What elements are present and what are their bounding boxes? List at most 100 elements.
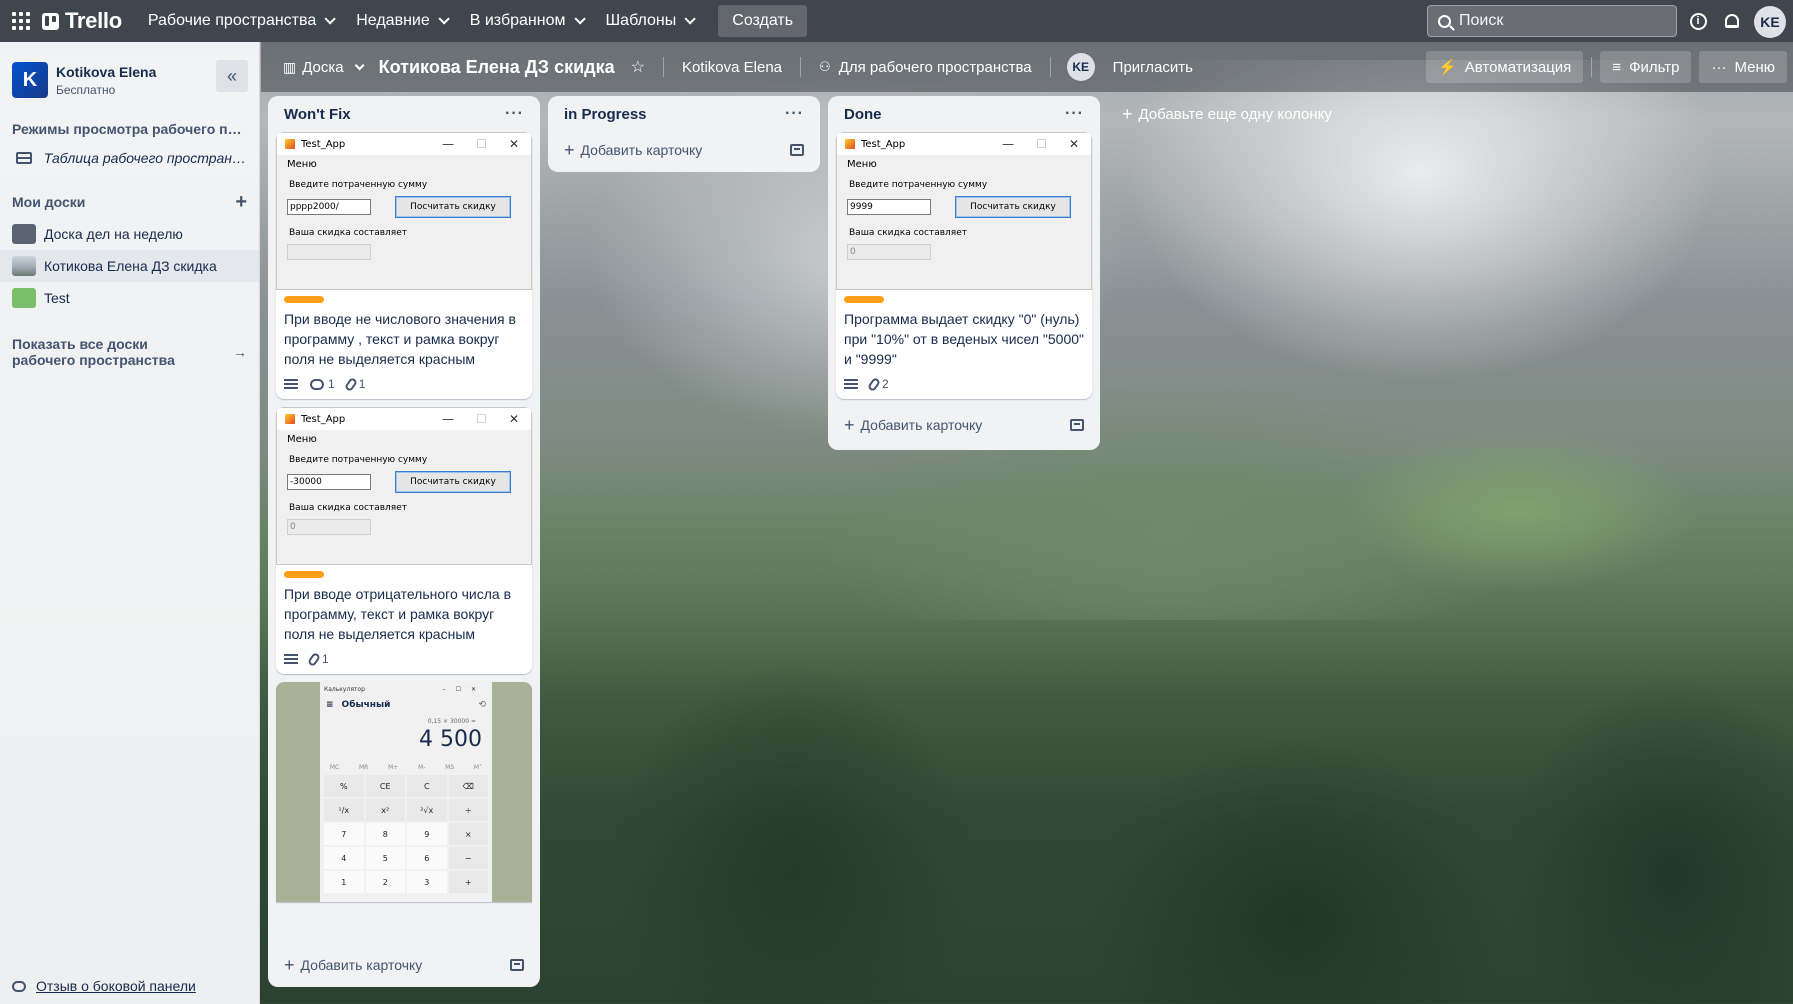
history-icon: ⟲: [478, 700, 486, 710]
trello-logo-icon: [42, 12, 59, 30]
member-avatar[interactable]: KE: [1066, 53, 1095, 81]
sidebar-feedback-link[interactable]: Отзыв о боковой панели: [12, 978, 196, 994]
card-template-icon[interactable]: [790, 144, 804, 156]
calculator-key: x²: [365, 799, 405, 821]
card-label-orange[interactable]: [284, 571, 324, 578]
sidebar-board-weekly[interactable]: Доска дел на неделю: [0, 218, 259, 250]
more-icon: ···: [1711, 58, 1727, 76]
card[interactable]: Калькулятор –☐✕ ≡ Обычный ⟲ 0,15 × 30000 = …: [276, 682, 532, 902]
paperclip-icon: [343, 376, 358, 392]
workspace-button[interactable]: Kotikova Elena: [672, 51, 792, 83]
sidebar-board-discount[interactable]: Котикова Елена ДЗ скидка: [0, 250, 259, 282]
people-icon: ⚇: [819, 59, 831, 74]
info-button[interactable]: i: [1686, 9, 1710, 33]
calculator-keypad: % CE C ⌫ ¹/x x² ²√x ÷ 7 8 9 × 4 5 6− 1 2 3 +: [320, 771, 492, 897]
list-actions-icon[interactable]: ···: [1065, 105, 1084, 123]
workspace-avatar[interactable]: K: [12, 62, 48, 98]
list-in-progress: in Progress ··· + Добавить карточку: [548, 96, 820, 172]
collapse-sidebar-button[interactable]: «: [216, 60, 248, 92]
filter-button[interactable]: ≡ Фильтр: [1600, 51, 1692, 83]
attachments-badge: 1: [343, 376, 365, 392]
star-icon[interactable]: ☆: [631, 57, 645, 77]
notifications-button[interactable]: [1720, 9, 1744, 33]
chevron-down-icon: [354, 59, 365, 70]
sidebar-board-test[interactable]: Test: [0, 282, 259, 314]
card-title: Программа выдает скидку "0" (нуль) при "…: [844, 311, 1085, 367]
calculator-memory-row: MC MR M+ M- MS M˅: [320, 764, 492, 771]
table-icon: [16, 152, 32, 164]
board-view-switcher[interactable]: ▥ Доска: [273, 51, 371, 83]
search-input[interactable]: Поиск: [1427, 5, 1677, 37]
calculator-key: ×: [448, 823, 488, 845]
search-icon: [1438, 14, 1451, 28]
divider: [1049, 57, 1051, 77]
visibility-button[interactable]: ⚇ Для рабочего пространства: [809, 51, 1042, 83]
calculator-memory-key: M˅: [473, 764, 483, 771]
card-template-icon[interactable]: [510, 959, 524, 971]
chat-icon: [12, 980, 26, 992]
divider: [1591, 57, 1593, 77]
calculator-key: ¹/x: [324, 799, 364, 821]
add-list-button[interactable]: + Добавьте еще одну колонку: [1112, 96, 1342, 132]
show-all-boards-link[interactable]: Показать все доски рабочего пространства…: [0, 336, 259, 368]
workspace-plan: Бесплатно: [56, 82, 116, 97]
add-card-button[interactable]: + Добавить карточку: [836, 407, 1092, 443]
lightning-icon: ⚡: [1438, 59, 1457, 76]
board-title[interactable]: Котикова Елена ДЗ скидка: [379, 57, 615, 78]
card[interactable]: Test_App — ☐ ✕ Меню Введите потраченную сум…: [836, 132, 1092, 399]
nav-workspaces[interactable]: Рабочие пространства: [136, 5, 344, 37]
card[interactable]: Test_App — ☐ ✕ Меню Введите потраченную сум…: [276, 407, 532, 674]
automation-button[interactable]: ⚡ Автоматизация: [1426, 51, 1584, 83]
app-icon: [285, 139, 295, 149]
calculator-key: 1: [324, 871, 364, 893]
background-meadow: [1280, 380, 1760, 640]
calculator-memory-key: MC: [329, 764, 340, 771]
calculator-memory-key: M-: [418, 764, 426, 771]
card-cover-screenshot: Test_App — ☐ ✕ Меню Введите потраченную сум…: [276, 407, 532, 565]
description-badge: [284, 379, 298, 389]
calculator-key: %: [324, 775, 364, 797]
card-label-orange[interactable]: [284, 296, 324, 303]
list-header: Won't Fix ···: [284, 105, 524, 123]
plus-icon: +: [564, 139, 575, 160]
card-cover-calculator-screenshot: Калькулятор –☐✕ ≡ Обычный ⟲ 0,15 × 30000 = …: [276, 682, 532, 902]
account-avatar[interactable]: KE: [1754, 6, 1786, 38]
card-template-icon[interactable]: [1070, 419, 1084, 431]
app-switcher-icon[interactable]: [11, 11, 31, 31]
divider: [800, 57, 802, 77]
workspace-name[interactable]: Kotikova Elena: [56, 64, 156, 80]
description-icon: [844, 379, 858, 389]
nav-recent[interactable]: Недавние: [344, 5, 458, 37]
calculator-memory-key: MS: [445, 764, 455, 771]
sidebar-item-workspace-table[interactable]: Таблица рабочего пространст...: [0, 142, 259, 174]
trello-logo[interactable]: Trello: [42, 8, 122, 34]
invite-button[interactable]: Пригласить: [1103, 51, 1203, 83]
add-card-button[interactable]: + Добавить карточку: [556, 132, 812, 168]
card-title: При вводе отрицательного числа в програм…: [284, 586, 512, 642]
nav-starred[interactable]: В избранном: [458, 5, 594, 37]
create-button[interactable]: Создать: [718, 5, 808, 37]
card-cover-screenshot: Test_App — ☐ ✕ Меню Введите потраченную сум…: [836, 132, 1092, 290]
calculator-key: CE: [365, 775, 405, 797]
plus-icon: +: [1122, 103, 1133, 124]
hamburger-icon: ≡: [326, 700, 334, 710]
nav-templates[interactable]: Шаблоны: [594, 5, 705, 37]
board-thumbnail: [12, 224, 36, 244]
add-board-icon[interactable]: +: [235, 192, 247, 212]
add-card-button[interactable]: + Добавить карточку: [276, 947, 532, 983]
calculator-key: 7: [324, 823, 364, 845]
app-icon: [845, 139, 855, 149]
board-menu-button[interactable]: ··· Меню: [1699, 51, 1787, 83]
board-thumbnail: [12, 288, 36, 308]
my-boards-heading: Мои доски +: [12, 191, 247, 213]
list-actions-icon[interactable]: ···: [785, 105, 804, 123]
paperclip-icon: [866, 376, 882, 392]
list-actions-icon[interactable]: ···: [505, 105, 524, 123]
card[interactable]: Test_App — ☐ ✕ Меню Введите потраченную сум…: [276, 132, 532, 399]
attachments-badge: 2: [866, 376, 889, 392]
card-label-orange[interactable]: [844, 296, 884, 303]
calculator-key: 8: [365, 823, 405, 845]
plus-icon: +: [284, 954, 295, 975]
board-thumbnail: [12, 256, 36, 276]
board-header: ▥ Доска Котикова Елена ДЗ скидка ☆ Kotik…: [261, 42, 1793, 92]
